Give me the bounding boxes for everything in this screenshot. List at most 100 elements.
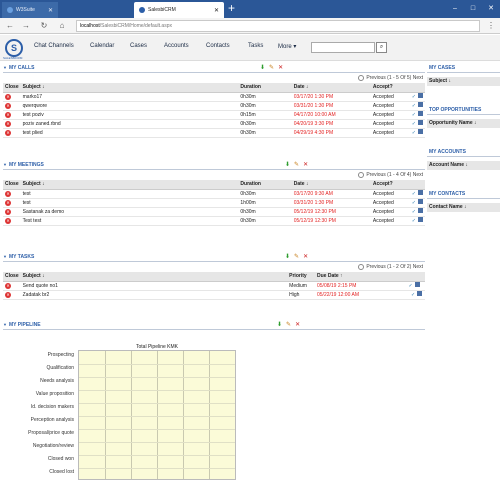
close-window-button[interactable]: ✕ — [482, 0, 500, 18]
nav-calendar[interactable]: Calendar — [90, 43, 114, 49]
column-header[interactable]: Subject ↓ — [20, 272, 288, 282]
add-icon[interactable]: ⬇ — [277, 321, 282, 328]
remove-icon[interactable]: ✕ — [303, 161, 308, 168]
cell-subject[interactable]: marko17 — [20, 92, 239, 102]
cell-subject[interactable]: qwerqwore — [20, 101, 239, 111]
column-header[interactable]: Date ↓ — [291, 83, 371, 93]
table-row[interactable]: ✕ test plied 0h30m 04/29/19 4:30 PM Accepted… — [3, 128, 425, 138]
global-search-input[interactable] — [311, 42, 375, 53]
cell-subject[interactable]: test poziv — [20, 110, 239, 120]
column-header[interactable]: Close — [3, 272, 21, 282]
url-bar[interactable]: localhost/SalesbiCRM/Home/default.aspx — [76, 20, 480, 32]
close-icon[interactable]: ✕ — [5, 93, 11, 100]
save-icon[interactable] — [417, 208, 423, 213]
pager-circle-icon[interactable] — [358, 172, 365, 178]
checkmark-icon[interactable]: ✓ — [412, 191, 416, 197]
close-icon[interactable]: ✕ — [5, 190, 11, 197]
remove-icon[interactable]: ✕ — [303, 253, 308, 260]
save-icon[interactable] — [417, 190, 423, 195]
save-icon[interactable] — [417, 129, 423, 134]
checkmark-icon[interactable]: ✓ — [412, 121, 416, 127]
minimize-button[interactable]: – — [446, 0, 464, 18]
edit-icon[interactable]: ✎ — [269, 64, 274, 71]
close-icon[interactable]: ✕ — [5, 129, 11, 136]
table-row[interactable]: ✕ Send quote no1 Medium 05/08/19 2:15 PM ✓ — [3, 281, 425, 291]
close-icon[interactable]: ✕ — [5, 282, 11, 289]
column-header[interactable]: Close — [3, 83, 21, 93]
cell-subject[interactable]: Zadatak br2 — [20, 290, 288, 300]
new-tab-button[interactable]: + — [228, 1, 235, 15]
column-header[interactable]: Due Date ↑ — [315, 272, 425, 282]
nav-cases[interactable]: Cases — [130, 43, 147, 49]
browser-menu-icon[interactable]: ⋮ — [486, 20, 496, 32]
nav-accounts[interactable]: Accounts — [164, 43, 189, 49]
table-row[interactable]: ✕ test 1h00m 03/31/20 1:30 PM Accepted ✓ — [3, 198, 425, 208]
cell-subject[interactable]: test plied — [20, 128, 239, 138]
checkmark-icon[interactable]: ✓ — [408, 283, 412, 289]
column-header[interactable]: Close — [3, 180, 21, 190]
cell-subject[interactable]: Sastanak za demo — [20, 207, 239, 217]
column-header[interactable]: Contact Name ↓ — [427, 203, 500, 212]
save-icon[interactable] — [417, 111, 423, 116]
app-logo[interactable]: S — [5, 39, 23, 57]
column-header[interactable]: Duration — [238, 180, 292, 190]
table-row[interactable]: ✕ Zadatak br2 High 05/22/19 12:00 AM ✓ — [3, 290, 425, 300]
save-icon[interactable] — [417, 199, 423, 204]
cell-subject[interactable]: poziv zaned.rbnd — [20, 119, 239, 129]
column-header[interactable]: Priority — [287, 272, 315, 282]
nav-more[interactable]: More ▾ — [278, 43, 296, 50]
back-button[interactable]: ← — [4, 20, 16, 32]
remove-icon[interactable]: ✕ — [278, 64, 283, 71]
pager-text[interactable]: Previous (1 - 2 Of 2) Next — [366, 264, 423, 270]
cell-subject[interactable]: Test test — [20, 216, 239, 226]
browser-tab-salesbicrm[interactable]: SalesbiCRM ✕ — [134, 2, 224, 18]
tab-close-icon[interactable]: ✕ — [48, 7, 53, 14]
checkmark-icon[interactable]: ✓ — [412, 200, 416, 206]
collapse-triangle-icon[interactable]: ▼ — [3, 162, 7, 167]
pager-text[interactable]: Previous (1 - 5 Of 5) Next — [366, 75, 423, 81]
remove-icon[interactable]: ✕ — [295, 321, 300, 328]
column-header[interactable]: Subject ↓ — [20, 83, 239, 93]
close-icon[interactable]: ✕ — [5, 208, 11, 215]
checkmark-icon[interactable]: ✓ — [412, 94, 416, 100]
table-row[interactable]: ✕ marko17 0h30m 03/17/20 1:30 PM Accepted ✓ — [3, 92, 425, 102]
add-icon[interactable]: ⬇ — [260, 64, 265, 71]
pager-circle-icon[interactable] — [358, 264, 365, 270]
close-icon[interactable]: ✕ — [5, 111, 11, 118]
edit-icon[interactable]: ✎ — [286, 321, 291, 328]
table-row[interactable]: ✕ Test test 0h30m 05/12/19 12:30 PM Accepted… — [3, 216, 425, 226]
checkmark-icon[interactable]: ✓ — [412, 130, 416, 136]
close-icon[interactable]: ✕ — [5, 199, 11, 206]
table-row[interactable]: ✕ Sastanak za demo 0h30m 05/12/19 12:30 PM A… — [3, 207, 425, 217]
nav-contacts[interactable]: Contacts — [206, 43, 230, 49]
save-icon[interactable] — [417, 120, 423, 125]
edit-icon[interactable]: ✎ — [294, 253, 299, 260]
add-icon[interactable]: ⬇ — [285, 161, 290, 168]
add-icon[interactable]: ⬇ — [285, 253, 290, 260]
column-header[interactable]: Opportunity Name ↓ — [427, 119, 500, 128]
collapse-triangle-icon[interactable]: ▼ — [3, 322, 7, 327]
column-header[interactable]: Subject ↓ — [20, 180, 239, 190]
maximize-button[interactable]: □ — [464, 0, 482, 18]
search-icon[interactable]: ⌕ — [376, 42, 387, 53]
column-header[interactable]: Date ↓ — [291, 180, 371, 190]
column-header[interactable]: Account Name ↓ — [427, 161, 500, 170]
edit-icon[interactable]: ✎ — [294, 161, 299, 168]
table-row[interactable]: ✕ poziv zaned.rbnd 0h30m 04/20/19 3:30 PM Ac… — [3, 119, 425, 129]
save-icon[interactable] — [417, 102, 423, 107]
save-icon[interactable] — [417, 291, 423, 296]
home-button[interactable]: ⌂ — [56, 20, 68, 32]
table-row[interactable]: ✕ test poziv 0h15m 04/17/20 10:00 AM Accepte… — [3, 110, 425, 120]
reload-button[interactable]: ↻ — [38, 20, 50, 32]
pager-circle-icon[interactable] — [358, 75, 365, 81]
save-icon[interactable] — [417, 217, 423, 222]
checkmark-icon[interactable]: ✓ — [412, 209, 416, 215]
close-icon[interactable]: ✕ — [5, 291, 11, 298]
cell-subject[interactable]: test — [20, 189, 239, 199]
collapse-triangle-icon[interactable]: ▼ — [3, 65, 7, 70]
cell-subject[interactable]: test — [20, 198, 239, 208]
column-header[interactable]: Accept? — [370, 180, 425, 190]
checkmark-icon[interactable]: ✓ — [411, 292, 415, 298]
table-row[interactable]: ✕ qwerqwore 0h30m 03/31/20 1:30 PM Accepted ✓ — [3, 101, 425, 111]
nav-tasks[interactable]: Tasks — [248, 43, 263, 49]
